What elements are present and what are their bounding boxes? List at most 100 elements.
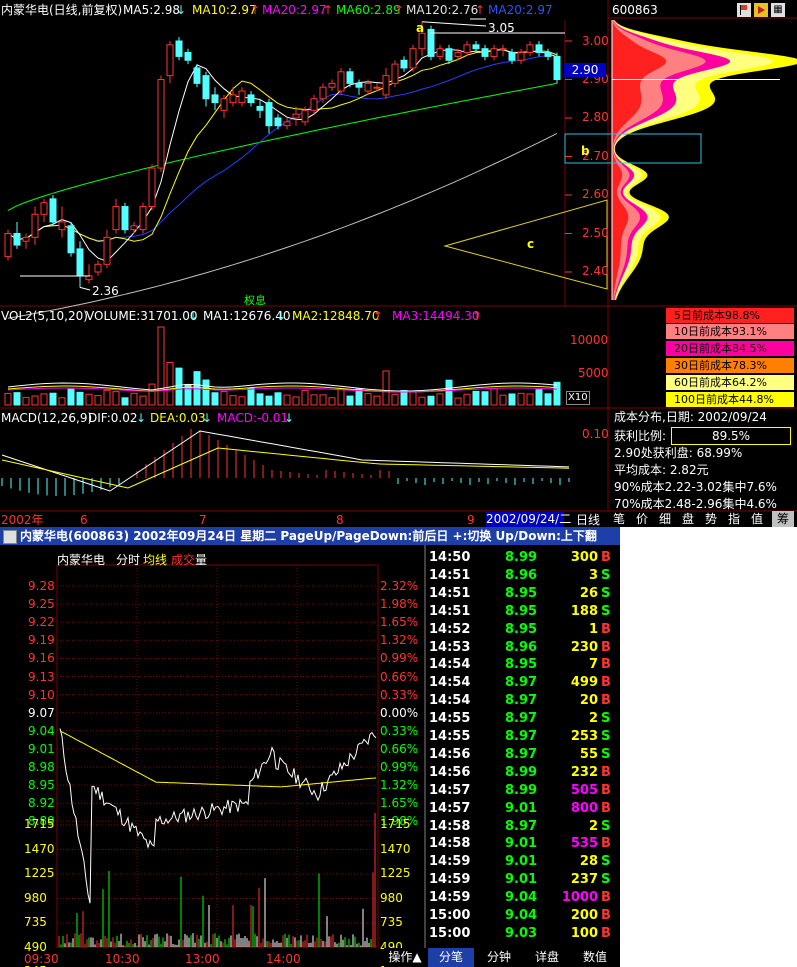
- cost-dist-30day[interactable]: 30日前成本78.3%: [666, 358, 794, 373]
- concentration-70: 70%成本2.48-2.96集中4.6%: [614, 497, 777, 511]
- tick-row[interactable]: 14:57 8.99 505 B: [427, 782, 615, 800]
- tick-row[interactable]: 14:55 8.97 2 S: [427, 710, 615, 728]
- tick-row[interactable]: 14:54 8.95 7 B: [427, 656, 615, 674]
- tab-chips[interactable]: 筹: [772, 511, 794, 527]
- volume-bar: [292, 396, 300, 406]
- volume-bar: [94, 395, 102, 406]
- intraday-mode: 分时: [116, 553, 141, 567]
- tick-row[interactable]: 15:00 9.04 200 B: [427, 907, 615, 925]
- candle: [517, 52, 525, 61]
- period-button[interactable]: 日线: [570, 513, 606, 527]
- tick-row[interactable]: 14:59 9.04 1000 B: [427, 889, 615, 907]
- volume-bar: [265, 395, 273, 406]
- volume-bar: [49, 392, 57, 406]
- empty-area: [620, 527, 797, 967]
- tick-row[interactable]: 14:58 8.97 2 S: [427, 818, 615, 836]
- candle: [508, 52, 516, 61]
- tab-ticks[interactable]: 笔: [608, 511, 630, 527]
- intraday-price-label: 9.04: [28, 723, 55, 738]
- candle: [436, 48, 444, 57]
- tick-volume: 55: [579, 746, 598, 762]
- tab-trend[interactable]: 势: [700, 511, 722, 527]
- candle: [328, 82, 336, 88]
- vol-ma2-arrow: ↑: [373, 309, 384, 323]
- volume-bar: [274, 392, 282, 406]
- tick-volume: 200: [570, 908, 598, 923]
- tick-time: 14:52: [429, 621, 471, 637]
- tab-value[interactable]: 值: [746, 511, 768, 527]
- volume-bar: [526, 393, 534, 406]
- tab-ticks-bottom[interactable]: 分笔: [428, 948, 474, 967]
- ma120-value: MA120:2.76: [406, 3, 479, 17]
- volume-bar: [409, 391, 417, 406]
- tick-row[interactable]: 14:56 8.99 232 B: [427, 764, 615, 782]
- tick-price: 9.04: [505, 890, 538, 906]
- candle: [463, 44, 471, 54]
- macd-dea: DEA:0.03: [150, 411, 206, 425]
- intraday-time-label: 09:30: [24, 952, 59, 966]
- tick-price: 8.95: [505, 585, 538, 601]
- cost-dist-20day[interactable]: 20日前成本84.5%: [666, 341, 794, 356]
- tick-row[interactable]: 15:00 9.03 100 B: [427, 925, 615, 943]
- tick-row[interactable]: 14:56 8.97 55 S: [427, 746, 615, 764]
- vol-ma1-arrow: ↓: [276, 309, 287, 323]
- tick-time: 14:58: [429, 836, 471, 852]
- candle: [130, 225, 138, 231]
- tick-row[interactable]: 14:51 8.96 3 S: [427, 567, 615, 585]
- ma20-arrow: ↑: [323, 3, 334, 17]
- volume-bar: [364, 393, 372, 406]
- grid-icon[interactable]: ▦: [771, 3, 785, 17]
- cost-dist-5day[interactable]: 5日前成本98.8%: [666, 308, 794, 323]
- tick-price: 8.96: [505, 639, 538, 655]
- volume-bar: [121, 397, 129, 406]
- volume-bar: [346, 395, 354, 406]
- tick-side: B: [601, 764, 611, 780]
- tab-minutes[interactable]: 分钟: [476, 948, 522, 967]
- exright-marker[interactable]: 权息: [244, 294, 266, 308]
- volume-bar: [211, 392, 219, 406]
- flag-icon[interactable]: [737, 3, 751, 17]
- cost-dist-60day[interactable]: 60日前成本64.2%: [666, 375, 794, 390]
- candle: [202, 75, 210, 100]
- tick-row[interactable]: 14:50 8.99 300 B: [427, 549, 615, 567]
- tick-row[interactable]: 14:54 8.97 499 B: [427, 674, 615, 692]
- average-cost: 平均成本: 2.82元: [614, 463, 709, 477]
- volume-bar: [166, 361, 174, 406]
- profit-ratio-bar: 89.5%: [671, 427, 791, 445]
- tick-row[interactable]: 14:55 8.97 253 S: [427, 728, 615, 746]
- tab-price[interactable]: 价: [631, 511, 653, 527]
- tab-detail[interactable]: 细: [654, 511, 676, 527]
- cost-dist-10day[interactable]: 10日前成本93.1%: [666, 324, 794, 339]
- candle: [337, 71, 345, 92]
- candle: [193, 67, 201, 84]
- volume-bar: [319, 394, 327, 406]
- window-titlebar[interactable]: 内蒙华电(600863) 2002年09月24日 星期二 PageUp/Page…: [0, 527, 620, 545]
- tab-book[interactable]: 盘: [677, 511, 699, 527]
- tab-values[interactable]: 数值: [572, 948, 618, 967]
- tick-row[interactable]: 14:51 8.95 188 S: [427, 603, 615, 621]
- cost-dist-100day[interactable]: 100日前成本44.8%: [666, 392, 794, 407]
- tick-side: S: [601, 567, 611, 583]
- tick-row[interactable]: 14:57 9.01 800 B: [427, 800, 615, 818]
- tick-row[interactable]: 14:51 8.95 26 S: [427, 585, 615, 603]
- tick-row[interactable]: 14:59 9.01 237 S: [427, 871, 615, 889]
- tab-indicator[interactable]: 指: [723, 511, 745, 527]
- tick-price: 8.97: [505, 711, 538, 727]
- tab-detail-book[interactable]: 详盘: [524, 948, 570, 967]
- intraday-price-line: [59, 728, 377, 904]
- tick-price: 8.97: [505, 693, 538, 709]
- ma5-value: MA5:2.98: [123, 3, 180, 17]
- tick-row[interactable]: 14:53 8.96 230 B: [427, 639, 615, 657]
- tick-row[interactable]: 14:59 9.01 28 S: [427, 853, 615, 871]
- macd-dif-arrow: ↓: [136, 411, 147, 425]
- intraday-price-label: 9.16: [28, 651, 55, 666]
- tab-operate[interactable]: 操作▲: [384, 948, 426, 967]
- tick-row[interactable]: 14:54 8.97 20 B: [427, 692, 615, 710]
- play-icon[interactable]: [754, 3, 768, 17]
- candle: [40, 202, 48, 215]
- price-label: 2.80: [582, 110, 609, 124]
- candle: [499, 48, 507, 51]
- intraday-price-label: 8.95: [28, 778, 55, 793]
- tick-row[interactable]: 14:52 8.95 1 B: [427, 621, 615, 639]
- tick-row[interactable]: 14:58 9.01 535 B: [427, 835, 615, 853]
